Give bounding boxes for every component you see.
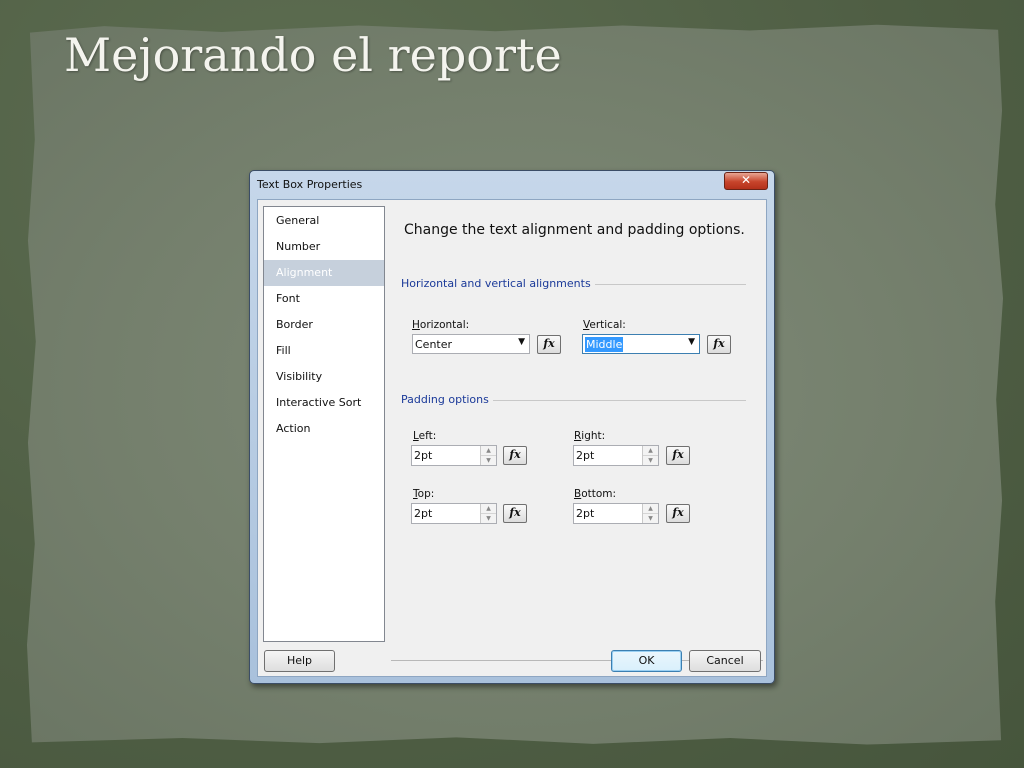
spinner-buttons: ▲ ▼	[642, 504, 658, 523]
horizontal-expression-button[interactable]: fx	[537, 335, 561, 354]
nav-item-fill[interactable]: Fill	[264, 338, 384, 364]
spin-up-icon[interactable]: ▲	[481, 446, 496, 456]
top-padding-expression-button[interactable]: fx	[503, 504, 527, 523]
ok-button[interactable]: OK	[611, 650, 682, 672]
spin-up-icon[interactable]: ▲	[481, 504, 496, 514]
dialog-title: Text Box Properties	[257, 178, 363, 191]
right-padding-label: Right:	[574, 430, 606, 442]
nav-item-font[interactable]: Font	[264, 286, 384, 312]
chevron-down-icon[interactable]: ▼	[688, 337, 695, 347]
top-padding-spinner[interactable]: 2pt ▲ ▼	[411, 503, 497, 524]
vertical-expression-button[interactable]: fx	[707, 335, 731, 354]
spin-down-icon[interactable]: ▼	[481, 514, 496, 523]
alignment-group-heading: Horizontal and vertical alignments	[401, 277, 595, 290]
category-list: General Number Alignment Font Border Fil…	[263, 206, 385, 642]
nav-item-interactive-sort[interactable]: Interactive Sort	[264, 390, 384, 416]
right-padding-spinner[interactable]: 2pt ▲ ▼	[573, 445, 659, 466]
horizontal-select[interactable]: Center ▼	[412, 334, 530, 354]
nav-item-action[interactable]: Action	[264, 416, 384, 442]
spin-down-icon[interactable]: ▼	[481, 456, 496, 465]
right-padding-expression-button[interactable]: fx	[666, 446, 690, 465]
dialog-titlebar[interactable]: Text Box Properties ✕	[250, 171, 774, 198]
nav-item-number[interactable]: Number	[264, 234, 384, 260]
bottom-padding-value: 2pt	[576, 507, 595, 520]
left-padding-label: Left:	[413, 430, 437, 442]
spinner-buttons: ▲ ▼	[642, 446, 658, 465]
vertical-value: Middle	[585, 337, 624, 352]
bottom-padding-label: Bottom:	[574, 488, 617, 500]
cancel-button[interactable]: Cancel	[689, 650, 761, 672]
spinner-buttons: ▲ ▼	[480, 504, 496, 523]
nav-item-visibility[interactable]: Visibility	[264, 364, 384, 390]
slide-title: Mejorando el reporte	[64, 28, 562, 82]
nav-item-alignment[interactable]: Alignment	[264, 260, 384, 286]
bottom-padding-expression-button[interactable]: fx	[666, 504, 690, 523]
top-label-text: op:	[417, 488, 435, 500]
right-padding-value: 2pt	[576, 449, 595, 462]
left-label-text: eft:	[418, 430, 437, 442]
page-description: Change the text alignment and padding op…	[404, 222, 745, 238]
left-padding-spinner[interactable]: 2pt ▲ ▼	[411, 445, 497, 466]
top-padding-value: 2pt	[414, 507, 433, 520]
left-padding-expression-button[interactable]: fx	[503, 446, 527, 465]
spin-down-icon[interactable]: ▼	[643, 514, 658, 523]
chevron-down-icon[interactable]: ▼	[518, 337, 525, 347]
spin-up-icon[interactable]: ▲	[643, 446, 658, 456]
spin-down-icon[interactable]: ▼	[643, 456, 658, 465]
help-button[interactable]: Help	[264, 650, 335, 672]
text-box-properties-dialog: Text Box Properties ✕ General Number Ali…	[249, 170, 775, 684]
horizontal-value: Center	[415, 338, 453, 351]
spinner-buttons: ▲ ▼	[480, 446, 496, 465]
nav-item-general[interactable]: General	[264, 208, 384, 234]
vertical-select[interactable]: Middle ▼	[582, 334, 700, 354]
vertical-label: Vertical:	[583, 319, 626, 331]
vertical-label-text: ertical:	[589, 319, 626, 331]
close-icon[interactable]: ✕	[724, 172, 768, 190]
bottom-label-text: ottom:	[581, 488, 617, 500]
bottom-padding-spinner[interactable]: 2pt ▲ ▼	[573, 503, 659, 524]
right-label-text: ight:	[581, 430, 606, 442]
left-padding-value: 2pt	[414, 449, 433, 462]
nav-item-border[interactable]: Border	[264, 312, 384, 338]
horizontal-label: Horizontal:	[412, 319, 470, 331]
dialog-client-area: General Number Alignment Font Border Fil…	[257, 199, 767, 677]
horizontal-label-text: orizontal:	[419, 319, 470, 331]
padding-group-heading: Padding options	[401, 393, 493, 406]
spin-up-icon[interactable]: ▲	[643, 504, 658, 514]
top-padding-label: Top:	[413, 488, 435, 500]
